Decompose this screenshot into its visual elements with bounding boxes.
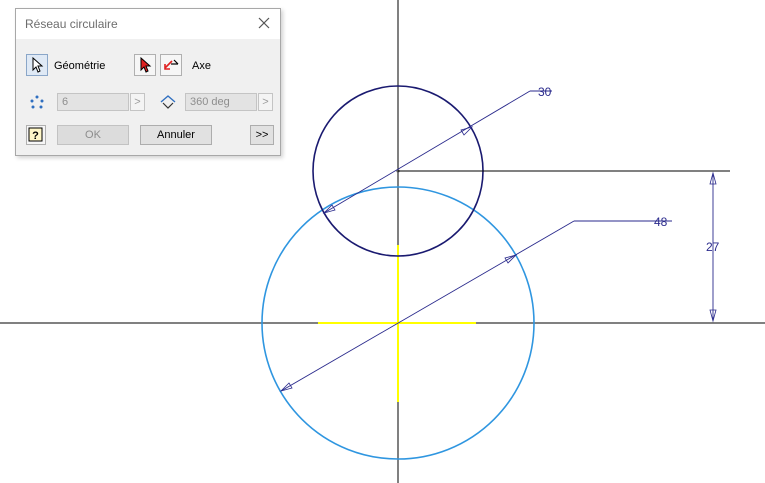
close-icon[interactable] [256, 15, 272, 31]
dimension-large-diameter-label[interactable]: 48 [654, 215, 668, 229]
angle-arrow-button[interactable]: > [258, 93, 273, 111]
dialog-title-bar[interactable]: Réseau circulaire [16, 9, 280, 39]
pattern-count-icon [30, 95, 44, 109]
geometry-label: Géométrie [54, 60, 106, 72]
cancel-button[interactable]: Annuler [140, 125, 212, 145]
dimension-large-diameter[interactable]: 48 [279, 215, 672, 392]
cursor-arrow-icon [32, 56, 44, 73]
red-cursor-arrow-icon [140, 56, 152, 73]
pattern-angle-icon [160, 95, 176, 109]
geometry-select-button[interactable] [26, 54, 48, 76]
help-button[interactable]: ? [26, 125, 46, 145]
count-arrow-button[interactable]: > [130, 93, 145, 111]
more-options-button[interactable]: >> [250, 125, 274, 145]
axis-label: Axe [192, 60, 211, 72]
axis-select-button[interactable] [134, 54, 156, 76]
dialog-title: Réseau circulaire [25, 17, 118, 31]
flip-arrows-icon [164, 59, 179, 70]
angle-input[interactable]: 360 deg [185, 93, 257, 111]
ok-button[interactable]: OK [57, 125, 129, 145]
dimension-vertical-distance[interactable]: 27 [398, 170, 730, 323]
svg-text:?: ? [32, 130, 39, 142]
flip-direction-button[interactable] [160, 54, 182, 76]
dimension-small-diameter-label[interactable]: 30 [538, 85, 552, 99]
count-input[interactable]: 6 [57, 93, 129, 111]
dimension-vertical-distance-label[interactable]: 27 [706, 240, 720, 254]
circular-pattern-dialog[interactable]: Réseau circulaire Géométrie Axe 6 > 360 … [15, 8, 281, 156]
help-icon: ? [28, 127, 43, 142]
